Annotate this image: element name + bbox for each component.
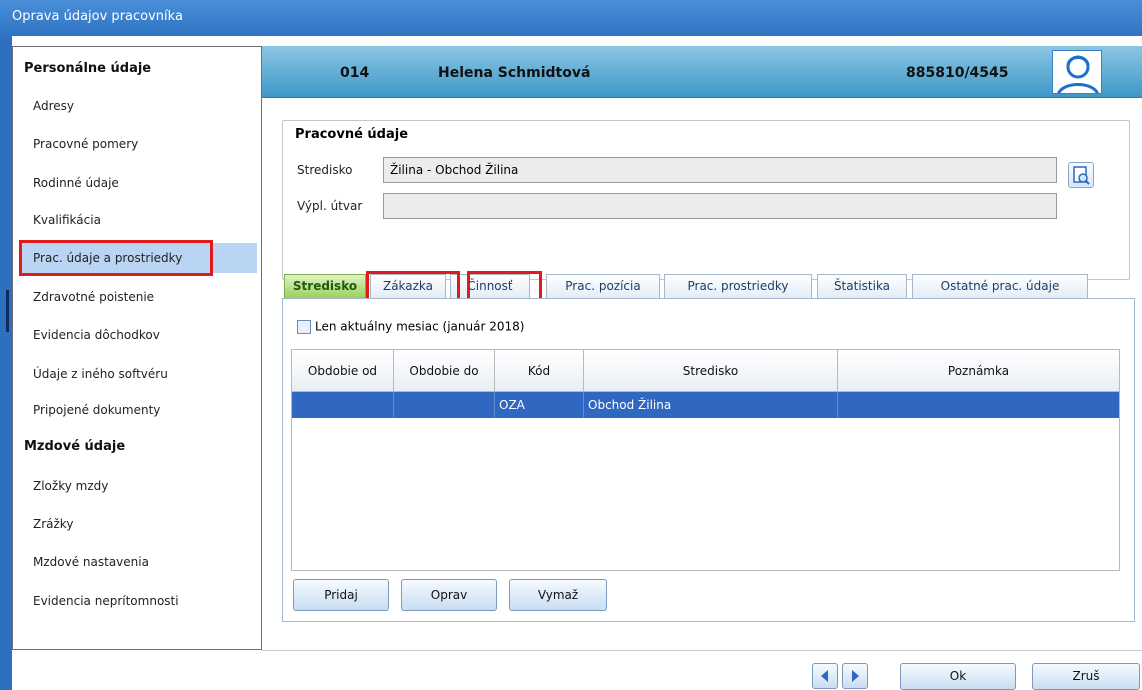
employee-name: Helena Schmidtová — [438, 65, 591, 81]
sidebar-item-rodinne-udaje[interactable]: Rodinné údaje — [21, 168, 257, 198]
column-obdobie-do[interactable]: Obdobie do — [394, 350, 495, 392]
person-avatar-icon — [1052, 50, 1102, 94]
cell-obdobie-od — [292, 392, 394, 418]
ok-button[interactable]: Ok — [900, 663, 1016, 690]
column-stredisko[interactable]: Stredisko — [584, 350, 838, 392]
sidebar-item-pracovne-pomery[interactable]: Pracovné pomery — [21, 129, 257, 159]
employee-id-number: 885810/4545 — [906, 65, 1009, 81]
sidebar-section-payroll: Mzdové údaje — [24, 439, 126, 454]
tab-statistika[interactable]: Štatistika — [817, 274, 907, 298]
cell-stredisko: Obchod Žilina — [584, 392, 838, 418]
arrow-right-icon — [852, 670, 859, 682]
work-data-title: Pracovné údaje — [295, 127, 409, 142]
sidebar-item-evidencia-dochodkov[interactable]: Evidencia dôchodkov — [21, 320, 257, 350]
current-month-checkbox[interactable] — [297, 319, 311, 334]
tab-stredisko[interactable]: Stredisko — [284, 274, 366, 298]
window-title: Oprava údajov pracovníka — [12, 9, 183, 24]
main-pane: 014 Helena Schmidtová 885810/4545 Pracov… — [262, 46, 1142, 650]
employee-code: 014 — [340, 65, 370, 81]
sidebar-item-zlozky-mzdy[interactable]: Zložky mzdy — [21, 471, 257, 501]
sidebar-item-pripojene-dokumenty[interactable]: Pripojené dokumenty — [21, 395, 257, 425]
tab-ostatne-prac-udaje[interactable]: Ostatné prac. údaje — [912, 274, 1088, 298]
sidebar-item-zrazky[interactable]: Zrážky — [21, 509, 257, 539]
arrow-left-icon — [821, 670, 828, 682]
employee-header: 014 Helena Schmidtová 885810/4545 — [262, 46, 1142, 98]
tab-zakazka[interactable]: Zákazka — [370, 274, 446, 298]
stredisko-field[interactable]: Žilina - Obchod Žilina — [383, 157, 1057, 183]
vypl-utvar-field[interactable] — [383, 193, 1057, 219]
footer-separator — [262, 650, 1142, 651]
cancel-button[interactable]: Zruš — [1032, 663, 1140, 690]
stredisko-label: Stredisko — [297, 163, 353, 177]
tab-panel-stredisko: Len aktuálny mesiac (január 2018) Obdobi… — [282, 298, 1135, 622]
sidebar-item-mzdove-nastavenia[interactable]: Mzdové nastavenia — [21, 547, 257, 577]
edit-button[interactable]: Oprav — [401, 579, 497, 611]
sidebar-section-personal: Personálne údaje — [24, 61, 152, 76]
next-button[interactable] — [842, 663, 868, 689]
stredisko-table: Obdobie od Obdobie do Kód Stredisko Pozn… — [291, 349, 1120, 571]
sidebar: Personálne údaje Adresy Pracovné pomery … — [12, 46, 262, 650]
tab-prac-pozicia[interactable]: Prac. pozícia — [546, 274, 660, 298]
sidebar-item-evidencia-nepritomnosti[interactable]: Evidencia neprítomnosti — [21, 586, 257, 616]
current-month-label: Len aktuálny mesiac (január 2018) — [315, 319, 525, 334]
cell-obdobie-do — [394, 392, 495, 418]
sidebar-item-prac-udaje[interactable]: Prac. údaje a prostriedky — [21, 243, 257, 273]
table-header: Obdobie od Obdobie do Kód Stredisko Pozn… — [292, 350, 1119, 392]
previous-button[interactable] — [812, 663, 838, 689]
add-button[interactable]: Pridaj — [293, 579, 389, 611]
sidebar-item-kvalifikacia[interactable]: Kvalifikácia — [21, 205, 257, 235]
tab-cinnost[interactable]: Činnosť — [450, 274, 530, 298]
cell-kod: OZA — [495, 392, 584, 418]
cell-poznamka — [838, 392, 1119, 418]
work-data-group: Pracovné údaje Stredisko Žilina - Obchod… — [282, 120, 1130, 280]
vypl-utvar-label: Výpl. útvar — [297, 199, 363, 213]
frame-notch — [6, 290, 9, 332]
delete-button[interactable]: Vymaž — [509, 579, 607, 611]
sidebar-item-udaje-z-ineho-softveru[interactable]: Údaje z iného softvéru — [21, 359, 257, 389]
sidebar-item-zdravotne-poistenie[interactable]: Zdravotné poistenie — [21, 282, 257, 312]
table-row[interactable]: OZA Obchod Žilina — [292, 392, 1119, 418]
current-month-filter[interactable]: Len aktuálny mesiac (január 2018) — [297, 319, 524, 334]
column-poznamka[interactable]: Poznámka — [838, 350, 1119, 392]
tab-prac-prostriedky[interactable]: Prac. prostriedky — [664, 274, 812, 298]
window-titlebar: Oprava údajov pracovníka — [0, 0, 1142, 36]
column-kod[interactable]: Kód — [495, 350, 584, 392]
column-obdobie-od[interactable]: Obdobie od — [292, 350, 394, 392]
sidebar-item-adresy[interactable]: Adresy — [21, 91, 257, 121]
lookup-icon — [1073, 166, 1090, 185]
window-left-frame — [0, 36, 12, 690]
lookup-button[interactable] — [1068, 162, 1094, 188]
